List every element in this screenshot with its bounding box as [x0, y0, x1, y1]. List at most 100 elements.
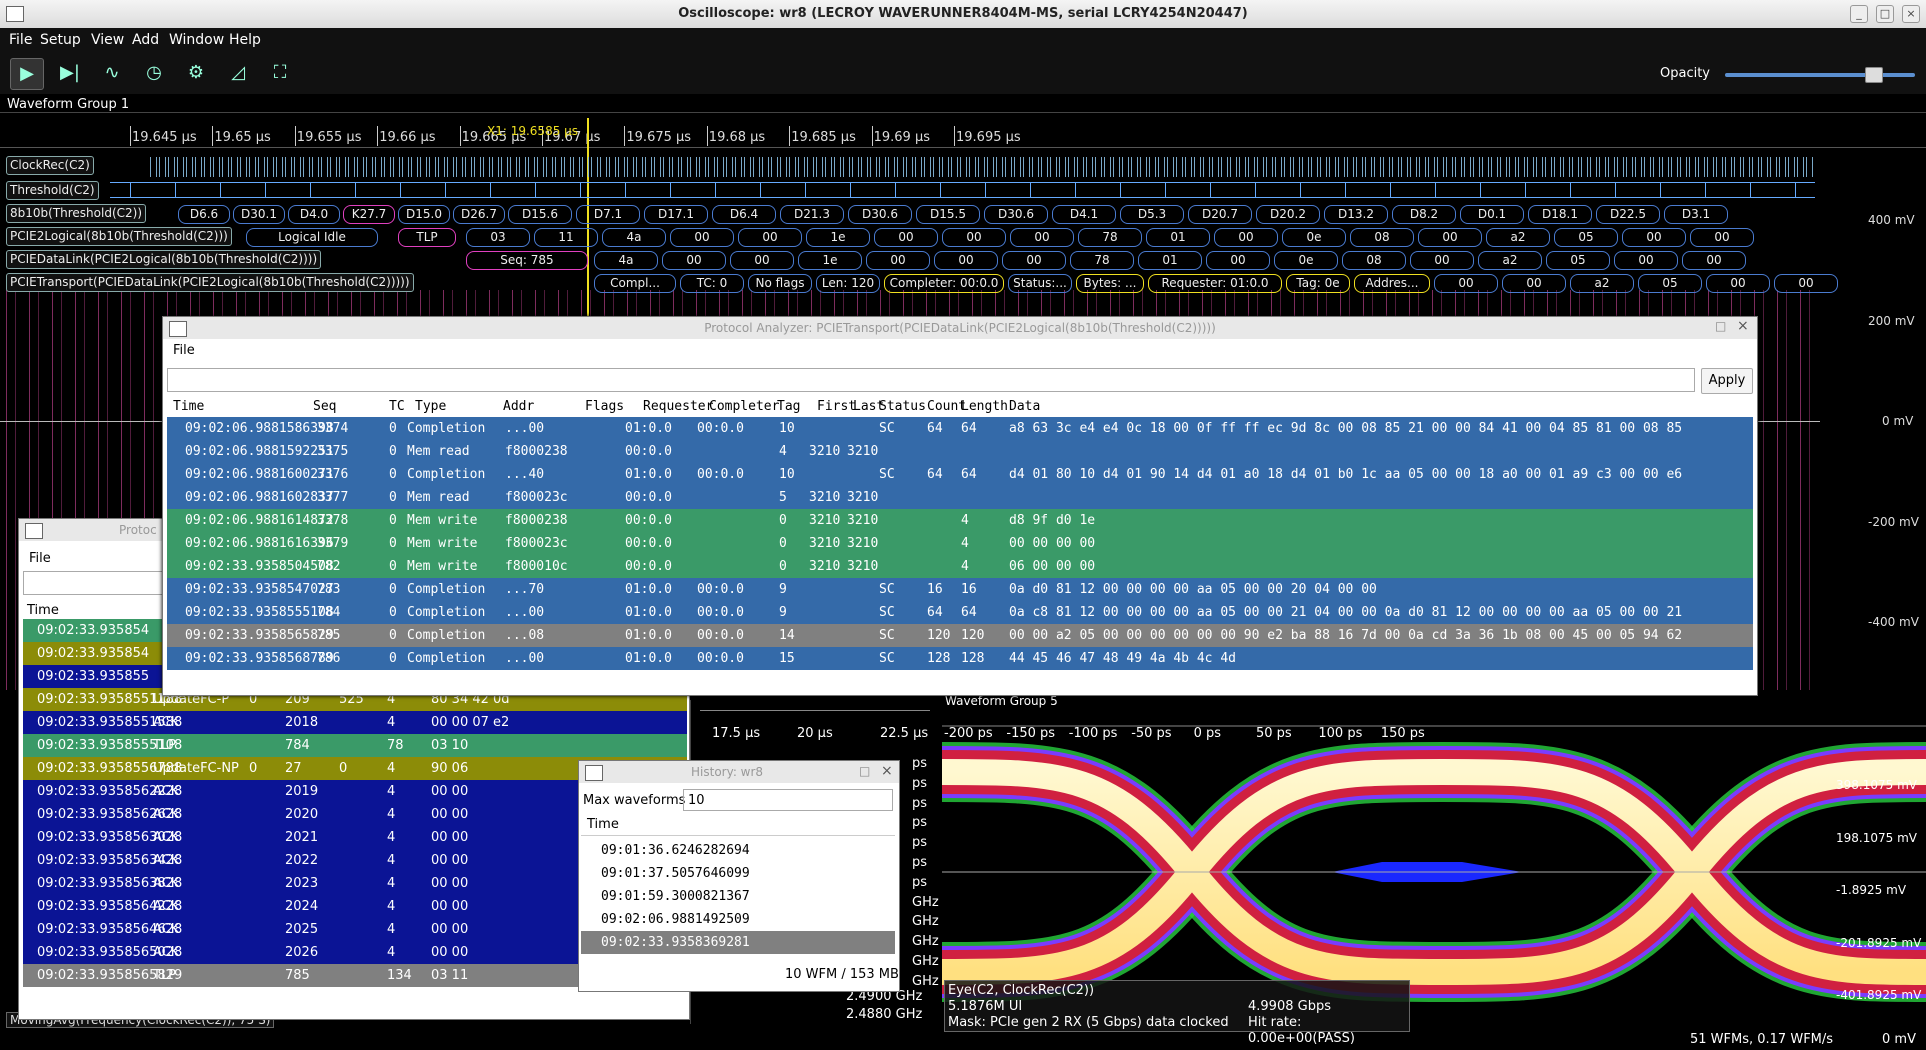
pa-col-header[interactable]: Time	[173, 399, 204, 414]
pa-col-header[interactable]: Tag	[777, 399, 800, 414]
pa-cell-last: 3210	[847, 490, 879, 505]
history-row[interactable]: 09:02:06.9881492509	[581, 908, 895, 931]
table-row[interactable]: 09:02:06.9881616396 3379 0 Mem write f800023…	[167, 532, 1753, 555]
channel-label[interactable]: PCIE2Logical(8b10b(Threshold(C2)))	[6, 227, 232, 246]
pa-packet-list[interactable]: 09:02:06.9881586398 3374 0 Completion ...00 0…	[167, 417, 1753, 695]
table-row[interactable]: 09:02:33.9358568789 786 0 Completion ...00 01…	[167, 647, 1753, 670]
timeline-tick-label: 19.645 µs	[132, 130, 197, 145]
pa-col-header[interactable]: Completer	[709, 399, 779, 414]
history-window[interactable]: History: wr8 □ × Max waveforms 10 Time 0…	[578, 760, 900, 992]
history-row[interactable]: 09:01:37.5057646099	[581, 862, 895, 885]
pa-cell-addr: f8000238	[505, 444, 568, 459]
table-row[interactable]: 09:02:06.9881592251 3375 0 Mem read f8000238…	[167, 440, 1753, 463]
table-row[interactable]: 09:02:33.9358555108 784 0 Completion ...00 01…	[167, 601, 1753, 624]
table-row[interactable]: 09:02:33.9358504508 782 0 Mem write f800010c…	[167, 555, 1753, 578]
history-row[interactable]: 09:02:33.9358369281	[581, 931, 895, 954]
waveform-icon[interactable]: ∿	[96, 58, 128, 88]
history-maximize-button[interactable]: □	[859, 764, 870, 778]
symbol-cell: D30.6	[848, 205, 912, 224]
table-row[interactable]: 09:02:06.9881602837 3377 0 Mem read f800023c…	[167, 486, 1753, 509]
waveform-group-1-label: Waveform Group 1	[7, 97, 130, 112]
pa-menu-file[interactable]: File	[173, 343, 195, 358]
pa-col-header[interactable]: Addr	[503, 399, 534, 414]
menu-setup[interactable]: Setup	[40, 32, 81, 48]
protocol-analyzer-window[interactable]: Protocol Analyzer: PCIETransport(PCIEDat…	[162, 316, 1758, 696]
single-trigger-icon[interactable]: ▶|	[54, 58, 86, 88]
close-button[interactable]: ×	[1902, 5, 1920, 23]
menu-window[interactable]: Window	[169, 32, 224, 48]
pa-apply-button[interactable]: Apply	[1701, 368, 1753, 394]
minimize-button[interactable]: _	[1850, 5, 1868, 23]
pa-col-header[interactable]: First	[817, 399, 856, 414]
channel-label[interactable]: ClockRec(C2)	[6, 156, 94, 175]
channel-label[interactable]: PCIETransport(PCIEDataLink(PCIE2Logical(…	[6, 273, 414, 292]
pa-col-header[interactable]: Status	[879, 399, 926, 414]
symbol-cell: D7.1	[576, 205, 640, 224]
transport-field-cell: 05	[1638, 274, 1702, 293]
pa-col-header[interactable]: Length	[961, 399, 1008, 414]
table-row[interactable]: 09:02:06.9881600271 3376 0 Completion ...40 0…	[167, 463, 1753, 486]
pa-col-header[interactable]: Flags	[585, 399, 624, 414]
history-row[interactable]: 09:01:36.6246282694	[581, 839, 895, 862]
table-row[interactable]: 09:02:33.9358555108 TLP 784 78 03 10	[23, 734, 687, 757]
table-row[interactable]: 09:02:33.9358565829 785 0 Completion ...08 01…	[167, 624, 1753, 647]
menu-help[interactable]: Help	[229, 32, 261, 48]
history-col-time[interactable]: Time	[581, 817, 895, 836]
measure-icon[interactable]: ◿	[222, 58, 254, 88]
pa-cell-addr: f800023c	[505, 490, 568, 505]
table-row[interactable]: 09:02:06.9881586398 3374 0 Completion ...00 0…	[167, 417, 1753, 440]
dll-cell-data: 00 00	[431, 784, 469, 799]
opacity-slider[interactable]	[1725, 73, 1915, 77]
dll-cell-b: 785	[285, 968, 310, 983]
pa-close-button[interactable]: ×	[1737, 318, 1749, 334]
opacity-slider-handle[interactable]	[1864, 67, 1883, 83]
pa-cell-seq: 786	[317, 651, 341, 666]
pa-cell-req: 00:0.0	[625, 536, 672, 551]
dll-col-time[interactable]: Time	[27, 603, 59, 618]
pa-cell-seq: 783	[317, 582, 341, 597]
symbol-cell: D6.6	[178, 205, 230, 224]
transport-field-cell: a2	[1570, 274, 1634, 293]
pa-cell-tc: 0	[389, 536, 397, 551]
table-row[interactable]: 09:02:33.9358547027 783 0 Completion ...70 01…	[167, 578, 1753, 601]
history-close-button[interactable]: ×	[881, 763, 893, 779]
window-icon	[25, 523, 43, 539]
run-icon[interactable]: ▶	[10, 58, 44, 90]
fullscreen-icon[interactable]: ⛶	[264, 58, 296, 88]
pa-cell-time: 09:02:06.9881614872	[185, 513, 334, 528]
dll-menu-file[interactable]: File	[29, 551, 51, 566]
timeline-tick	[954, 126, 955, 146]
logical-byte-cell: 0e	[1282, 228, 1346, 247]
channel-label[interactable]: Threshold(C2)	[6, 181, 99, 200]
history-row[interactable]: 09:01:59.3000821367	[581, 885, 895, 908]
pa-col-header[interactable]: Type	[415, 399, 446, 414]
channel-label[interactable]: PCIEDataLink(PCIE2Logical(8b10b(Threshol…	[6, 250, 322, 269]
menu-add[interactable]: Add	[132, 32, 159, 48]
pa-col-header[interactable]: Requester	[643, 399, 713, 414]
table-row[interactable]: 09:02:33.9358551588 ACK 2018 4 00 00 07 e2	[23, 711, 687, 734]
voltage-label: 0 mV	[1882, 414, 1914, 428]
eye-voltage-label: 398.1075 mV	[1836, 778, 1917, 792]
history-icon[interactable]: ◷	[138, 58, 170, 88]
eye-diagram[interactable]	[912, 712, 1926, 1024]
pa-col-header[interactable]: Data	[1009, 399, 1040, 414]
menu-view[interactable]: View	[91, 32, 124, 48]
settings-icon[interactable]: ⚙	[180, 58, 212, 88]
pa-cell-len: 4	[961, 559, 969, 574]
menu-file[interactable]: File	[9, 32, 32, 48]
dll-cell-type: ACK	[153, 853, 180, 868]
history-list[interactable]: 09:01:36.6246282694 09:01:37.5057646099 09…	[579, 839, 899, 959]
pa-col-header[interactable]: TC	[389, 399, 405, 414]
symbol-cell: D20.2	[1256, 205, 1320, 224]
pa-col-header[interactable]: Seq	[313, 399, 336, 414]
channel-label[interactable]: 8b10b(Threshold(C2))	[6, 204, 147, 223]
eye-tick-label: 150 ps	[1380, 726, 1425, 741]
pa-cell-count: 16	[927, 582, 943, 597]
table-row[interactable]: 09:02:06.9881614872 3378 0 Mem write f800023…	[167, 509, 1753, 532]
max-waveforms-input[interactable]: 10	[683, 789, 893, 811]
maximize-button[interactable]: □	[1876, 5, 1894, 23]
transport-field-cell: Addres...	[1354, 274, 1430, 293]
pa-maximize-button[interactable]: □	[1715, 319, 1726, 333]
dll-cell-d: 4	[387, 876, 396, 891]
pa-filter-input[interactable]	[167, 368, 1695, 392]
